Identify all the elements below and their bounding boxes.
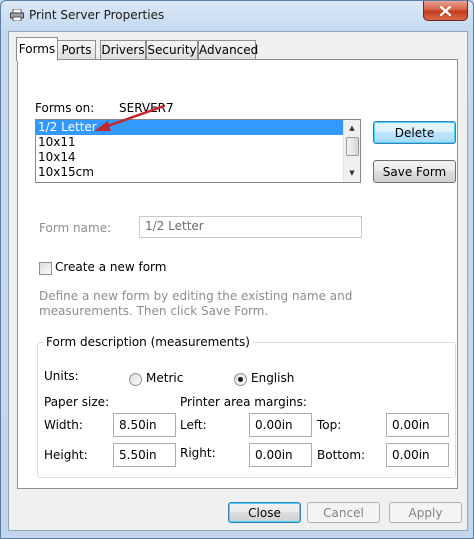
apply-button[interactable]: Apply bbox=[389, 502, 462, 523]
width-label: Width: bbox=[44, 418, 83, 432]
scrollbar-thumb[interactable] bbox=[346, 137, 359, 156]
printer-area-margins-label: Printer area margins: bbox=[180, 395, 307, 409]
window-title: Print Server Properties bbox=[29, 8, 165, 22]
metric-label[interactable]: Metric bbox=[146, 371, 183, 385]
tab-advanced[interactable]: Advanced bbox=[198, 40, 258, 60]
window-close-button[interactable] bbox=[423, 1, 468, 21]
tab-drivers[interactable]: Drivers bbox=[100, 40, 146, 60]
save-form-button[interactable]: Save Form bbox=[373, 160, 456, 183]
forms-list-scrollbar[interactable]: ▲ ▼ bbox=[343, 120, 360, 182]
list-item[interactable]: 10x14 bbox=[36, 150, 360, 165]
bottom-margin-field[interactable]: 0.00in bbox=[386, 443, 449, 467]
list-item[interactable]: 1/2 Letter bbox=[36, 120, 343, 135]
height-field[interactable]: 5.50in bbox=[113, 443, 176, 467]
create-new-form-label[interactable]: Create a new form bbox=[55, 260, 166, 274]
radio-selected-dot bbox=[238, 377, 243, 382]
scroll-down-icon[interactable]: ▼ bbox=[345, 166, 359, 180]
tab-ports[interactable]: Ports bbox=[57, 40, 96, 60]
printer-icon bbox=[10, 9, 24, 21]
tab-security[interactable]: Security bbox=[146, 40, 198, 60]
height-label: Height: bbox=[44, 448, 88, 462]
annotation-arrow-icon bbox=[94, 104, 166, 131]
paper-size-label: Paper size: bbox=[44, 395, 110, 409]
hint-text-line-2: measurements. Then click Save Form. bbox=[39, 304, 269, 318]
cancel-button[interactable]: Cancel bbox=[307, 502, 380, 523]
forms-tab-panel: Forms on: SERVER7 1/2 Letter 10x11 10x14… bbox=[17, 59, 458, 489]
close-button[interactable]: Close bbox=[228, 502, 301, 523]
print-server-properties-window: Print Server Properties Forms Ports Driv… bbox=[0, 0, 474, 539]
metric-radio[interactable] bbox=[129, 373, 142, 386]
title-bar[interactable]: Print Server Properties bbox=[1, 1, 473, 31]
scroll-up-icon[interactable]: ▲ bbox=[345, 121, 359, 135]
width-field[interactable]: 8.50in bbox=[113, 413, 176, 437]
english-label[interactable]: English bbox=[251, 371, 294, 385]
create-new-form-checkbox[interactable] bbox=[39, 262, 52, 275]
list-item[interactable]: 10x15cm bbox=[36, 165, 360, 180]
close-icon bbox=[440, 5, 451, 16]
units-label: Units: bbox=[44, 369, 79, 383]
delete-button[interactable]: Delete bbox=[373, 121, 456, 144]
left-margin-field[interactable]: 0.00in bbox=[249, 413, 312, 437]
dialog-client-area: Forms Ports Drivers Security Advanced Fo… bbox=[8, 31, 468, 531]
form-description-title: Form description (measurements) bbox=[43, 335, 253, 349]
list-item[interactable]: 10x11 bbox=[36, 135, 360, 150]
bottom-margin-label: Bottom: bbox=[317, 448, 366, 462]
top-margin-label: Top: bbox=[317, 418, 342, 432]
left-margin-label: Left: bbox=[180, 418, 207, 432]
english-radio[interactable] bbox=[234, 373, 247, 386]
tab-forms[interactable]: Forms bbox=[16, 37, 58, 61]
top-margin-field[interactable]: 0.00in bbox=[386, 413, 449, 437]
form-name-label: Form name: bbox=[39, 221, 112, 235]
form-name-field[interactable]: 1/2 Letter bbox=[139, 216, 362, 238]
right-margin-field[interactable]: 0.00in bbox=[249, 443, 312, 467]
right-margin-label: Right: bbox=[180, 446, 216, 460]
hint-text-line-1: Define a new form by editing the existin… bbox=[39, 289, 353, 303]
